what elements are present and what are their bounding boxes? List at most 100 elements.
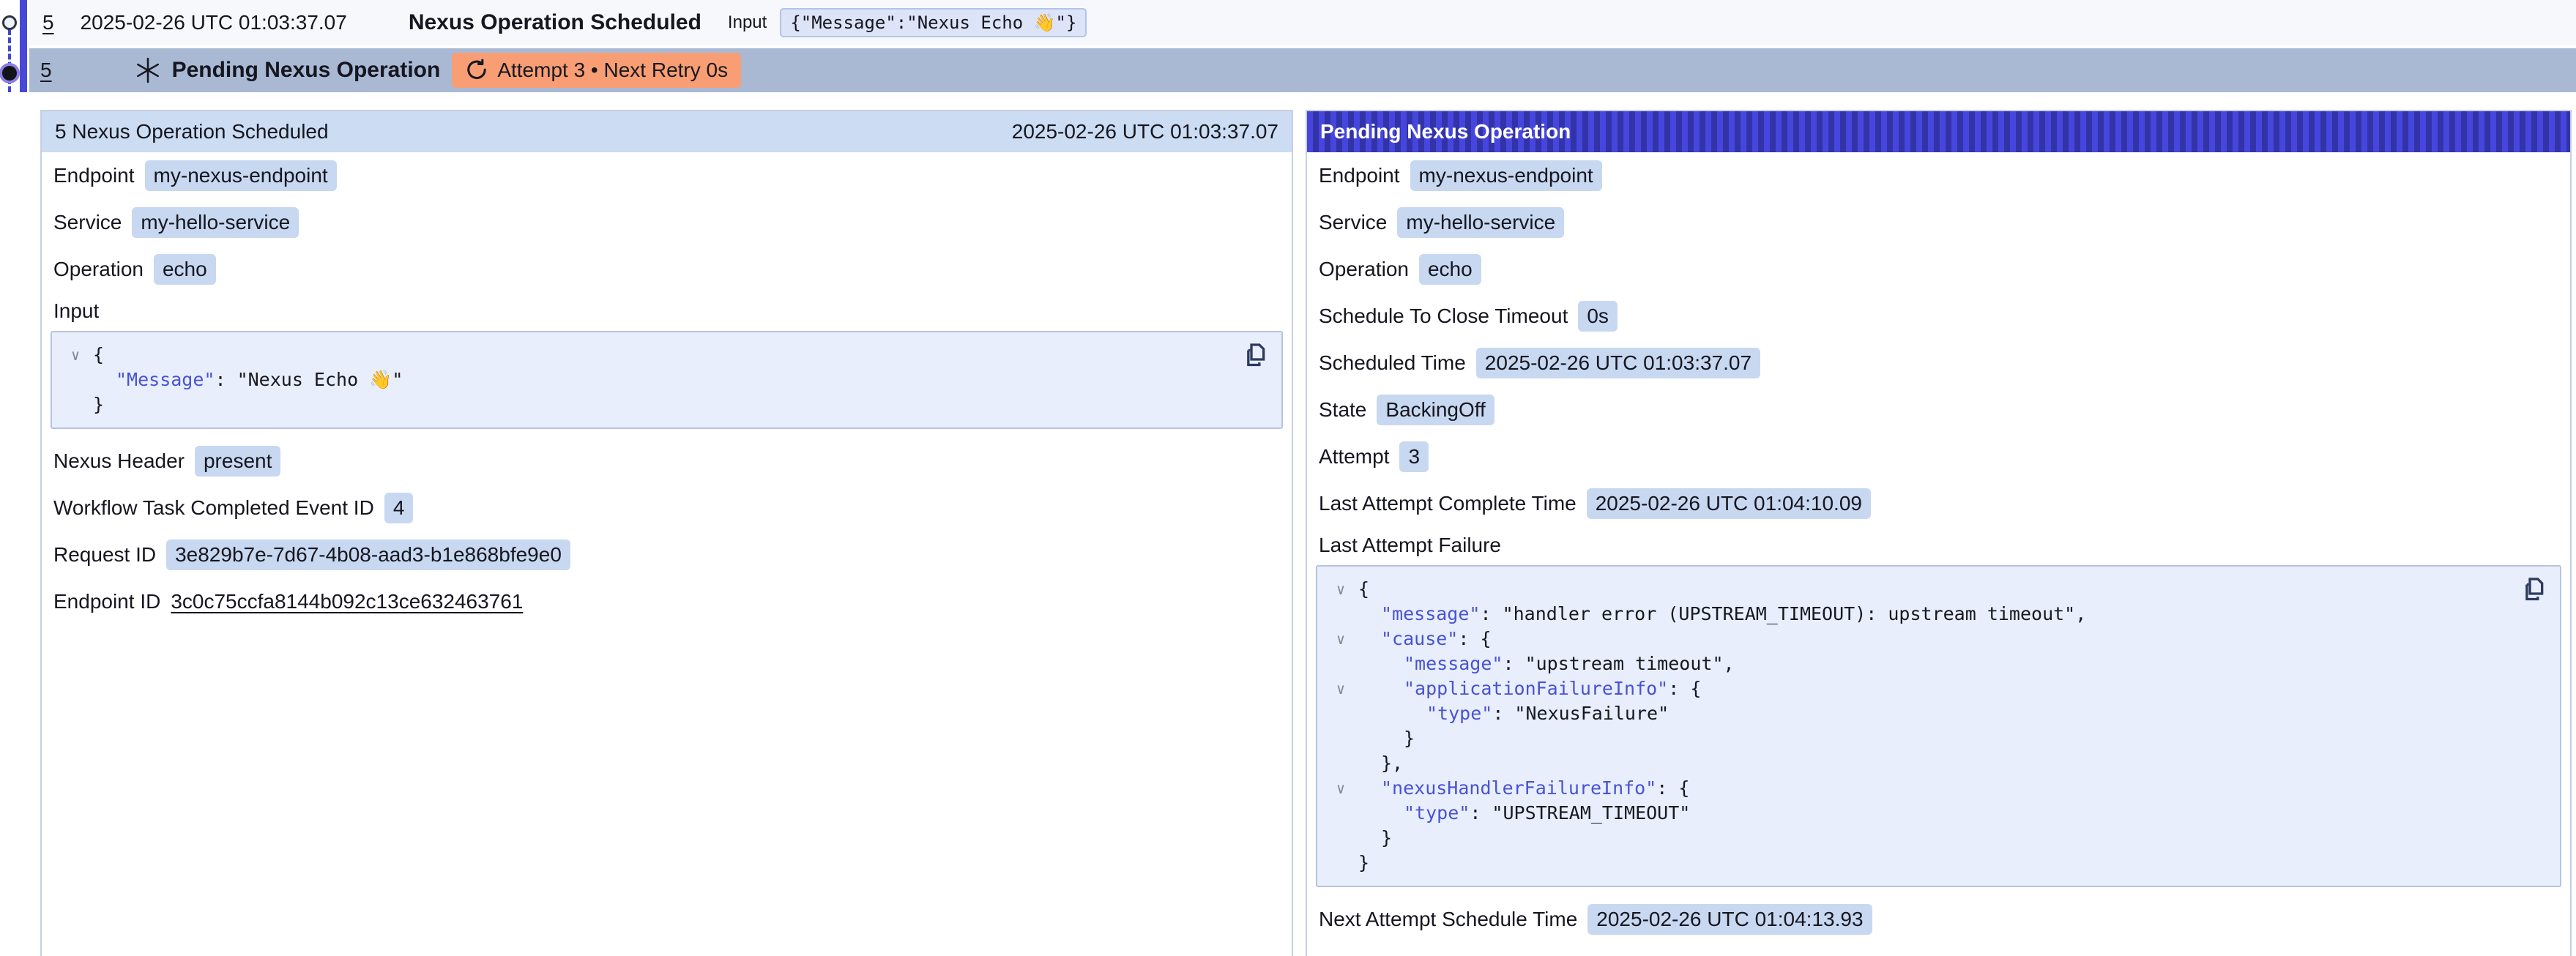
event-title: Pending Nexus Operation (172, 58, 441, 83)
pending-fields-top: Endpointmy-nexus-endpoint Service my-hello… (1307, 152, 2570, 527)
code-text: } (1358, 726, 1415, 751)
field-label: Nexus Header (53, 449, 185, 473)
field-label: Endpoint (1319, 164, 1400, 187)
field-service: Service my-hello-service (42, 199, 1292, 246)
field-endpoint: Endpointmy-nexus-endpoint (1307, 152, 2570, 199)
code-gutter (1323, 701, 1358, 726)
timeline-bar (20, 0, 27, 92)
field-label: Attempt (1319, 445, 1389, 468)
field-label: Endpoint (53, 164, 135, 187)
field-value-link[interactable]: 3c0c75ccfa8144b092c13ce632463761 (171, 590, 523, 613)
field-label: Workflow Task Completed Event ID (53, 496, 374, 520)
code-text: } (1358, 826, 1392, 851)
field-value-badge: present (195, 446, 280, 477)
pending-asterisk-icon (134, 56, 162, 84)
field-operation: Operationecho (1307, 246, 2570, 293)
scheduled-event-card: 5 Nexus Operation Scheduled 2025-02-26 U… (40, 110, 1293, 956)
field-label: Last Attempt Complete Time (1319, 492, 1577, 515)
scheduled-fields-bottom: Nexus Header present Workflow Task Complet… (42, 438, 1292, 625)
retry-icon (465, 59, 488, 82)
field-service: Service my-hello-service (1307, 199, 2570, 246)
code-text: } (93, 392, 104, 417)
field-label: State (1319, 398, 1366, 422)
code-line: "Message": "Nexus Echo 👋" (58, 367, 1230, 392)
event-timestamp: 2025-02-26 UTC 01:03:37.07 (81, 11, 347, 34)
code-line: ∨{ (1323, 577, 2509, 602)
code-text: { (93, 343, 104, 367)
input-json-viewer: ∨{"Message": "Nexus Echo 👋"} (51, 331, 1283, 429)
field-label: Request ID (53, 543, 156, 567)
code-text: "message": "handler error (UPSTREAM_TIME… (1358, 602, 2086, 627)
card-timestamp: 2025-02-26 UTC 01:03:37.07 (1012, 120, 1278, 143)
code-gutter (1323, 651, 1358, 676)
card-title: Pending Nexus Operation (1320, 120, 1571, 143)
event-title: Nexus Operation Scheduled (409, 10, 701, 35)
code-text: "Message": "Nexus Echo 👋" (93, 367, 403, 392)
event-id-link[interactable]: 5 (40, 59, 52, 82)
code-line: ∨"cause": { (1323, 627, 2509, 651)
field-nexus-header: Nexus Header present (42, 438, 1292, 485)
field-value-badge: BackingOff (1377, 395, 1494, 425)
field-schedule-to-close-timeout: Schedule To Close Timeout 0s (1307, 293, 2570, 340)
field-endpoint-id: Endpoint ID 3c0c75ccfa8144b092c13ce632463… (42, 578, 1292, 625)
failure-json-viewer: ∨{"message": "handler error (UPSTREAM_TI… (1316, 565, 2561, 887)
code-gutter (1323, 602, 1358, 627)
code-line: } (1323, 826, 2509, 851)
event-marker-open-icon (2, 15, 17, 30)
field-value-badge: my-hello-service (132, 207, 299, 238)
code-line: } (1323, 851, 2509, 875)
card-title: 5 Nexus Operation Scheduled (55, 120, 329, 143)
timeline-dashed-connector (8, 29, 11, 92)
code-line: "type": "UPSTREAM_TIMEOUT" (1323, 801, 2509, 826)
input-value-chip: {"Message":"Nexus Echo 👋"} (780, 8, 1087, 37)
history-row-scheduled[interactable]: 5 2025-02-26 UTC 01:03:37.07 Nexus Opera… (29, 0, 2576, 45)
pending-fields-bottom: Next Attempt Schedule Time 2025-02-26 UTC… (1307, 896, 2570, 943)
field-scheduled-time: Scheduled Time2025-02-26 UTC 01:03:37.07 (1307, 340, 2570, 386)
input-section-label: Input (42, 293, 1292, 329)
copy-button[interactable] (1240, 341, 1270, 370)
field-last-attempt-complete-time: Last Attempt Complete Time2025-02-26 UTC… (1307, 480, 2570, 527)
code-gutter (58, 367, 93, 392)
scheduled-fields-top: Endpointmy-nexus-endpoint Service my-hello… (42, 152, 1292, 293)
code-text: "type": "NexusFailure" (1358, 701, 1669, 726)
collapse-chevron-icon[interactable]: ∨ (58, 343, 93, 367)
collapse-chevron-icon[interactable]: ∨ (1323, 627, 1358, 651)
collapse-chevron-icon[interactable]: ∨ (1323, 776, 1358, 801)
field-operation: Operationecho (42, 246, 1292, 293)
history-row-pending[interactable]: 5 Pending Nexus Operation Attempt 3 • Ne… (29, 48, 2576, 92)
event-marker-current-icon (2, 66, 17, 81)
field-label: Scheduled Time (1319, 351, 1466, 375)
field-value-badge: 0s (1578, 301, 1618, 332)
code-line: ∨"nexusHandlerFailureInfo": { (1323, 776, 2509, 801)
copy-button[interactable] (2519, 575, 2548, 605)
field-request-id: Request ID3e829b7e-7d67-4b08-aad3-b1e868… (42, 531, 1292, 578)
failure-section-label: Last Attempt Failure (1307, 527, 2570, 564)
field-workflow-task-completed-event-id: Workflow Task Completed Event ID4 (42, 485, 1292, 531)
field-label: Service (53, 211, 122, 234)
code-gutter (58, 392, 93, 417)
code-line: } (1323, 726, 2509, 751)
code-text: "cause": { (1358, 627, 1492, 651)
code-text: "message": "upstream timeout", (1358, 651, 1735, 676)
code-line: ∨"applicationFailureInfo": { (1323, 676, 2509, 701)
collapse-chevron-icon[interactable]: ∨ (1323, 577, 1358, 602)
code-line: "message": "handler error (UPSTREAM_TIME… (1323, 602, 2509, 627)
code-line: } (58, 392, 1230, 417)
field-next-attempt-schedule-time: Next Attempt Schedule Time 2025-02-26 UTC… (1307, 896, 2570, 943)
field-label: Schedule To Close Timeout (1319, 305, 1568, 328)
code-line: "type": "NexusFailure" (1323, 701, 2509, 726)
field-label: Endpoint ID (53, 590, 160, 613)
field-endpoint: Endpointmy-nexus-endpoint (42, 152, 1292, 199)
input-mini-label: Input (728, 12, 767, 33)
event-id-link[interactable]: 5 (42, 11, 54, 34)
code-text: "applicationFailureInfo": { (1358, 676, 1701, 701)
field-value-badge: my-hello-service (1397, 207, 1564, 238)
field-label: Service (1319, 211, 1387, 234)
event-detail-area: 5 Nexus Operation Scheduled 2025-02-26 U… (0, 110, 2576, 956)
field-value-badge: 2025-02-26 UTC 01:04:13.93 (1587, 904, 1872, 935)
code-gutter (1323, 801, 1358, 826)
pending-card-header: Pending Nexus Operation (1307, 111, 2570, 152)
code-text: } (1358, 851, 1369, 875)
collapse-chevron-icon[interactable]: ∨ (1323, 676, 1358, 701)
field-label: Next Attempt Schedule Time (1319, 908, 1577, 931)
